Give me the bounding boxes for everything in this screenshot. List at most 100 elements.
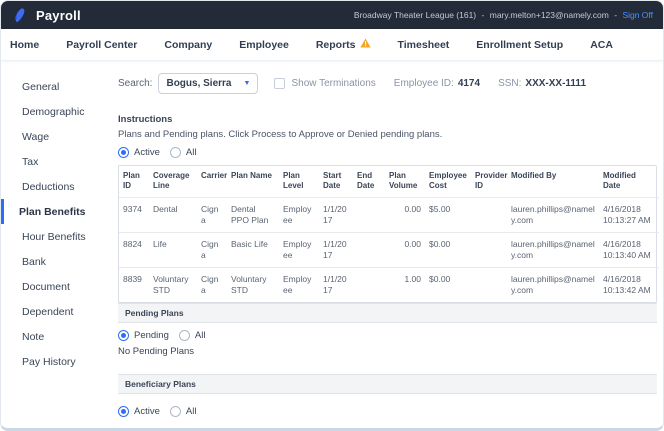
nav-item-label: ACA bbox=[590, 39, 613, 51]
cell-modified-by: lauren.phillips@namely.com bbox=[507, 232, 599, 267]
cell-start-date: 1/1/2017 bbox=[319, 232, 353, 267]
nav-item-label: Company bbox=[164, 39, 212, 51]
sidebar-item-bank[interactable]: Bank bbox=[1, 249, 116, 274]
col-header-plan-level: Plan Level bbox=[279, 166, 319, 197]
cell-start-date: 1/1/2017 bbox=[319, 197, 353, 232]
app-title: Payroll bbox=[36, 8, 81, 23]
main-nav: Home Payroll Center Company Employee Rep… bbox=[1, 29, 663, 61]
cell-coverage-line: Life bbox=[149, 232, 197, 267]
sidebar-item-pay-history[interactable]: Pay History bbox=[1, 349, 116, 374]
pending-plans-filter: Pending All bbox=[118, 330, 657, 341]
col-header-coverage-line: Coverage Line bbox=[149, 166, 197, 197]
active-radio[interactable] bbox=[118, 147, 129, 158]
cell-coverage-line: Voluntary STD bbox=[149, 267, 197, 302]
nav-item-reports[interactable]: Reports bbox=[316, 38, 371, 51]
all-radio-label: All bbox=[186, 406, 197, 417]
nav-item-home[interactable]: Home bbox=[10, 39, 39, 51]
col-header-employee-cost: Employee Cost bbox=[425, 166, 471, 197]
cell-end-date bbox=[353, 232, 385, 267]
nav-item-employee[interactable]: Employee bbox=[239, 39, 289, 51]
employee-search-dropdown[interactable]: Bogus, Sierra ▼ bbox=[158, 73, 258, 94]
user-session-info: Broadway Theater League (161) - mary.mel… bbox=[354, 10, 653, 20]
ssn-label: SSN: bbox=[498, 78, 521, 89]
sidebar-item-deductions[interactable]: Deductions bbox=[1, 174, 116, 199]
sidebar-item-demographic[interactable]: Demographic bbox=[1, 99, 116, 124]
payroll-app-window: Payroll Broadway Theater League (161) - … bbox=[0, 0, 664, 431]
pending-radio[interactable] bbox=[118, 330, 129, 341]
col-header-plan-name: Plan Name bbox=[227, 166, 279, 197]
cell-employee-cost: $0.00 bbox=[425, 232, 471, 267]
show-terminations-label: Show Terminations bbox=[291, 78, 375, 89]
cell-plan-level: Employee bbox=[279, 267, 319, 302]
nav-item-enrollment-setup[interactable]: Enrollment Setup bbox=[476, 39, 563, 51]
col-header-carrier: Carrier bbox=[197, 166, 227, 197]
sidebar-item-tax[interactable]: Tax bbox=[1, 149, 116, 174]
sidebar-item-wage[interactable]: Wage bbox=[1, 124, 116, 149]
all-radio[interactable] bbox=[170, 147, 181, 158]
account-name: Broadway Theater League (161) bbox=[354, 10, 476, 20]
separator: - bbox=[482, 10, 485, 20]
col-header-modified-by: Modified By bbox=[507, 166, 599, 197]
cell-provider-id bbox=[471, 267, 507, 302]
all-radio[interactable] bbox=[170, 406, 181, 417]
nav-item-label: Enrollment Setup bbox=[476, 39, 563, 51]
cell-plan-volume: 0.00 bbox=[385, 232, 425, 267]
cell-provider-id bbox=[471, 197, 507, 232]
namely-logo-icon bbox=[11, 6, 29, 24]
sidebar-item-dependent[interactable]: Dependent bbox=[1, 299, 116, 324]
cell-plan-name: Dental PPO Plan bbox=[227, 197, 279, 232]
nav-item-label: Timesheet bbox=[398, 39, 450, 51]
col-header-end-date: End Date bbox=[353, 166, 385, 197]
all-radio-label: All bbox=[195, 330, 206, 341]
col-header-modified-date: Modified Date bbox=[599, 166, 659, 197]
employee-id-value: 4174 bbox=[458, 78, 480, 89]
col-header-plan-id: Plan ID bbox=[119, 166, 149, 197]
nav-item-timesheet[interactable]: Timesheet bbox=[398, 39, 450, 51]
cell-plan-volume: 1.00 bbox=[385, 267, 425, 302]
instructions-description: Plans and Pending plans. Click Process t… bbox=[118, 129, 657, 140]
cell-provider-id bbox=[471, 232, 507, 267]
nav-item-label: Reports bbox=[316, 39, 356, 51]
beneficiary-plans-header: Beneficiary Plans bbox=[118, 374, 657, 394]
cell-plan-id: 9374 bbox=[119, 197, 149, 232]
instructions-title: Instructions bbox=[118, 114, 657, 125]
instructions-section: Instructions Plans and Pending plans. Cl… bbox=[118, 114, 657, 158]
show-terminations-checkbox[interactable] bbox=[274, 78, 285, 89]
sign-off-link[interactable]: Sign Off bbox=[622, 10, 653, 20]
active-radio[interactable] bbox=[118, 406, 129, 417]
cell-employee-cost: $5.00 bbox=[425, 197, 471, 232]
cell-coverage-line: Dental bbox=[149, 197, 197, 232]
pending-plans-section: Pending Plans Pending All No Pending Pla… bbox=[118, 303, 657, 357]
active-radio-label: Active bbox=[134, 406, 160, 417]
sidebar-item-plan-benefits[interactable]: Plan Benefits bbox=[1, 199, 116, 224]
active-plans-table: Plan ID Coverage Line Carrier Plan Name … bbox=[118, 165, 657, 303]
cell-employee-cost: $0.00 bbox=[425, 267, 471, 302]
nav-item-aca[interactable]: ACA bbox=[590, 39, 613, 51]
no-pending-plans-text: No Pending Plans bbox=[118, 346, 657, 357]
cell-plan-level: Employee bbox=[279, 232, 319, 267]
sidebar-item-hour-benefits[interactable]: Hour Benefits bbox=[1, 224, 116, 249]
employee-toolbar: Search: Bogus, Sierra ▼ Show Termination… bbox=[118, 73, 657, 94]
active-radio-label: Active bbox=[134, 147, 160, 158]
sidebar-item-general[interactable]: General bbox=[1, 74, 116, 99]
sidebar-item-note[interactable]: Note bbox=[1, 324, 116, 349]
all-radio[interactable] bbox=[179, 330, 190, 341]
sidebar-item-document[interactable]: Document bbox=[1, 274, 116, 299]
beneficiary-plans-section: Beneficiary Plans Active All No Records … bbox=[118, 374, 657, 431]
nav-item-payroll-center[interactable]: Payroll Center bbox=[66, 39, 137, 51]
cell-carrier: Cigna bbox=[197, 232, 227, 267]
selected-employee: Bogus, Sierra bbox=[166, 78, 243, 89]
table-row: 8839 Voluntary STD Cigna Voluntary STD E… bbox=[119, 267, 659, 302]
nav-item-company[interactable]: Company bbox=[164, 39, 212, 51]
employee-id-label: Employee ID: bbox=[394, 78, 454, 89]
table-row: 9374 Dental Cigna Dental PPO Plan Employ… bbox=[119, 197, 659, 232]
sidebar-nav: General Demographic Wage Tax Deductions … bbox=[1, 61, 116, 429]
nav-item-label: Home bbox=[10, 39, 39, 51]
pending-radio-label: Pending bbox=[134, 330, 169, 341]
cell-carrier: Cigna bbox=[197, 197, 227, 232]
cell-plan-id: 8839 bbox=[119, 267, 149, 302]
cell-modified-by: lauren.phillips@namely.com bbox=[507, 197, 599, 232]
warning-icon bbox=[360, 38, 371, 51]
search-label: Search: bbox=[118, 78, 152, 89]
col-header-start-date: Start Date bbox=[319, 166, 353, 197]
